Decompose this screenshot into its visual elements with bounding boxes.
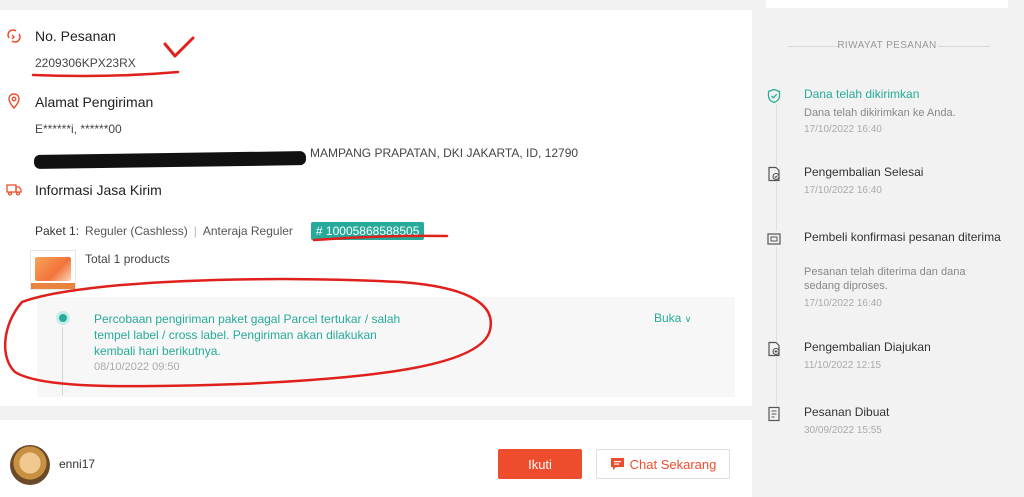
product-thumbnail[interactable] <box>30 250 76 290</box>
total-products: Total 1 products <box>85 252 170 266</box>
return-done-icon <box>766 166 782 182</box>
separator: | <box>193 224 197 238</box>
seller-name[interactable]: enni17 <box>59 457 95 471</box>
order-number-title: No. Pesanan <box>35 28 116 44</box>
history-timeline-line <box>776 100 777 410</box>
history-time: 30/09/2022 15:55 <box>804 425 882 436</box>
divider <box>938 46 990 47</box>
address-title: Alamat Pengiriman <box>35 94 154 110</box>
history-time: 11/10/2022 12:15 <box>804 360 882 371</box>
recipient-name-phone: E******i, ******00 <box>35 122 122 136</box>
package-received-icon <box>766 231 782 247</box>
return-request-icon <box>766 341 782 357</box>
history-title: Pembeli konfirmasi pesanan diterima <box>804 230 1001 244</box>
history-title: Dana telah dikirimkan <box>804 87 920 101</box>
order-number-value: 2209306KPX23RX <box>35 56 136 70</box>
history-title: Pesanan Dibuat <box>804 405 890 419</box>
tracking-time: 08/10/2022 09:50 <box>94 361 180 373</box>
history-panel-top <box>766 0 1008 8</box>
history-title: Pengembalian Selesai <box>804 165 924 179</box>
expand-tracking-button[interactable]: Buka ∨ <box>654 311 691 325</box>
redacted-address-mark <box>33 151 307 169</box>
package-label: Paket 1: <box>35 224 80 238</box>
chevron-down-icon: ∨ <box>684 314 692 324</box>
location-pin-icon <box>8 93 20 109</box>
history-header: RIWAYAT PESANAN <box>766 40 1008 54</box>
history-title: Pengembalian Diajukan <box>804 340 931 354</box>
receipt-icon <box>766 406 782 422</box>
order-detail-card: No. Pesanan 2209306KPX23RX Alamat Pengir… <box>0 10 752 406</box>
history-time: 17/10/2022 16:40 <box>804 298 882 309</box>
truck-icon <box>6 184 22 196</box>
expand-label: Buka <box>654 311 682 325</box>
shipping-info-title: Informasi Jasa Kirim <box>35 182 162 198</box>
product-image-strip <box>31 283 75 289</box>
seller-avatar[interactable] <box>10 445 50 485</box>
tracking-dot-icon <box>56 311 70 325</box>
shipping-service: Reguler (Cashless) <box>85 224 188 238</box>
tracking-timeline-line <box>62 327 63 395</box>
tracking-status-panel: Percobaan pengiriman paket gagal Parcel … <box>37 297 735 397</box>
product-image <box>35 257 71 281</box>
shield-check-icon <box>766 88 782 104</box>
history-time: 17/10/2022 16:40 <box>804 185 882 196</box>
address-visible-text: MAMPANG PRAPATAN, DKI JAKARTA, ID, 12790 <box>310 146 579 160</box>
courier-name: Anteraja Reguler <box>202 224 293 238</box>
package-line: Paket 1: Reguler (Cashless) | Anteraja R… <box>35 222 425 240</box>
follow-button[interactable]: Ikuti <box>498 449 582 479</box>
order-number-icon <box>7 29 21 43</box>
seller-card: enni17 Ikuti Chat Sekarang <box>0 420 752 497</box>
chat-now-label: Chat Sekarang <box>629 456 717 472</box>
history-time: 17/10/2022 16:40 <box>804 124 882 135</box>
chat-now-button[interactable]: Chat Sekarang <box>596 449 730 479</box>
history-desc: Pesanan telah diterima dan dana sedang d… <box>804 266 966 292</box>
history-desc: Dana telah dikirimkan ke Anda. <box>804 107 956 119</box>
tracking-number-badge[interactable]: # 10005868588505 <box>310 222 425 240</box>
chat-icon <box>610 458 624 470</box>
tracking-message: Percobaan pengiriman paket gagal Parcel … <box>94 312 401 358</box>
